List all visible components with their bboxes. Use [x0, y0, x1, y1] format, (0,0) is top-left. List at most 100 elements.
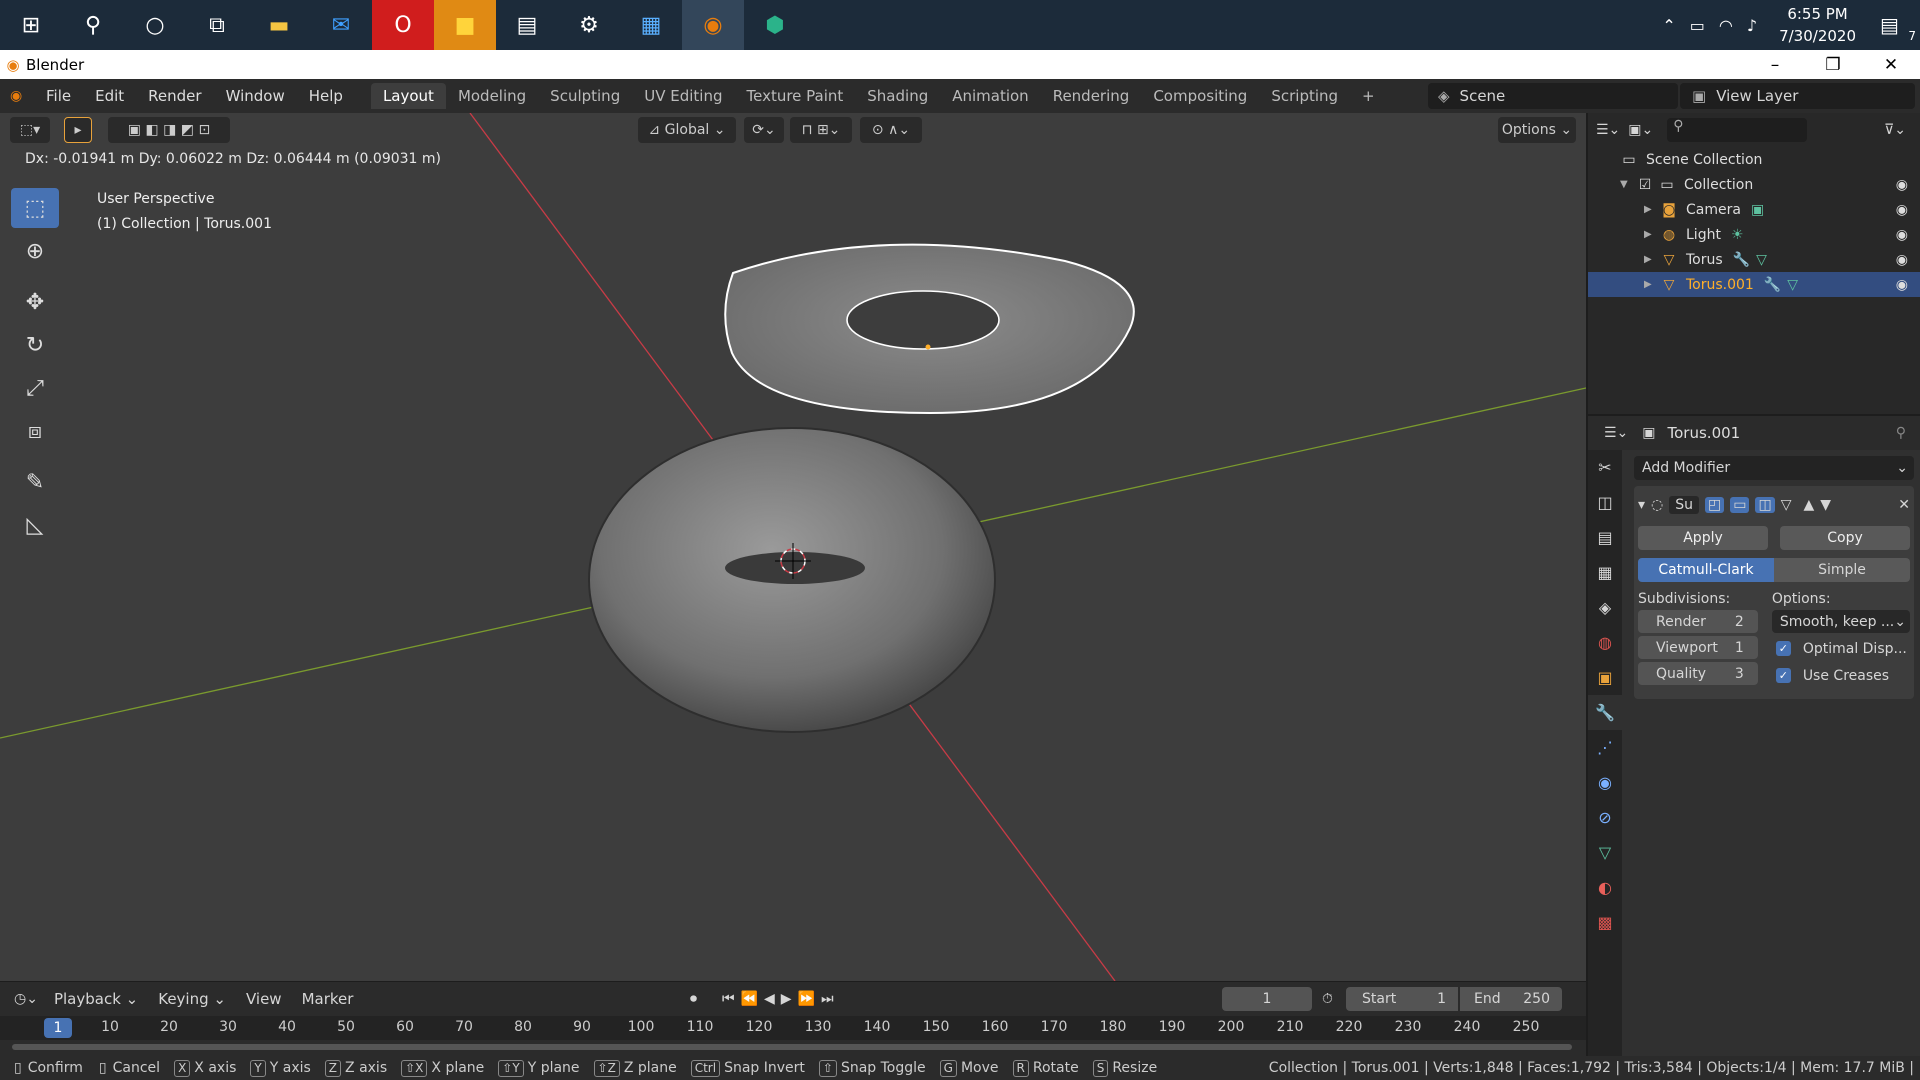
move-down-icon[interactable]: ▼ — [1820, 497, 1831, 513]
cursor-tool[interactable]: ⊕ — [11, 231, 59, 271]
editor-type-button[interactable]: ⬚▾ — [10, 117, 50, 143]
paint-icon[interactable]: ▤ — [496, 0, 558, 50]
proportional-edit-controls[interactable]: ⊙ ∧⌄ — [860, 117, 922, 143]
sticky-notes-icon[interactable]: ■ — [434, 0, 496, 50]
volume-icon[interactable]: ♪ — [1747, 16, 1757, 35]
cortana-icon[interactable]: ○ — [124, 0, 186, 50]
light-data-icon[interactable]: ☀ — [1731, 227, 1744, 243]
scene-selector[interactable]: ◈ Scene — [1428, 83, 1678, 109]
timeline-scrollbar[interactable] — [12, 1044, 1572, 1050]
annotate-tool[interactable]: ✎ — [11, 462, 59, 502]
blender-icon[interactable]: ◉ — [682, 0, 744, 50]
expand-arrow-icon[interactable]: ▶ — [1644, 204, 1658, 215]
catmull-clark-button[interactable]: Catmull-Clark — [1638, 558, 1774, 582]
expand-arrow-icon[interactable]: ▶ — [1644, 279, 1658, 290]
outliner-row-collection[interactable]: ▼ ☑ ▭ Collection ◉ — [1588, 172, 1920, 197]
close-button[interactable]: ✕ — [1862, 55, 1920, 75]
move-up-icon[interactable]: ▲ — [1804, 497, 1815, 513]
tab-layout[interactable]: Layout — [370, 83, 446, 109]
expand-arrow-icon[interactable]: ▶ — [1644, 254, 1658, 265]
stopwatch-icon[interactable]: ⏱ — [1322, 991, 1333, 1007]
remove-modifier-icon[interactable]: ✕ — [1898, 497, 1910, 513]
add-modifier-dropdown[interactable]: Add Modifier ⌄ — [1634, 456, 1914, 480]
mesh-data-icon[interactable]: ▽ — [1787, 277, 1798, 293]
outliner-row-light[interactable]: ▶ ◍ Light ☀ ◉ — [1588, 222, 1920, 247]
playback-menu[interactable]: Playback ⌄ — [44, 990, 148, 1008]
add-workspace-button[interactable]: + — [1350, 83, 1387, 109]
menu-render[interactable]: Render — [136, 87, 213, 105]
tab-sculpting[interactable]: Sculpting — [538, 83, 632, 109]
menu-edit[interactable]: Edit — [83, 87, 136, 105]
tab-scripting[interactable]: Scripting — [1259, 83, 1350, 109]
camera-data-icon[interactable]: ▣ — [1751, 202, 1764, 218]
outliner-row-camera[interactable]: ▶ ◙ Camera ▣ ◉ — [1588, 197, 1920, 222]
quality-field[interactable]: Quality 3 — [1638, 662, 1758, 685]
snapping-controls[interactable]: ⊓ ⊞⌄ — [790, 117, 852, 143]
object-tab-icon[interactable]: ▣ — [1588, 660, 1622, 695]
torus-001-object[interactable] — [724, 243, 1135, 415]
render-tab-icon[interactable]: ◫ — [1588, 485, 1622, 520]
expand-arrow-icon[interactable]: ▼ — [1620, 179, 1634, 190]
menu-file[interactable]: File — [34, 87, 83, 105]
eye-icon[interactable]: ◉ — [1896, 277, 1908, 293]
material-tab-icon[interactable]: ◐ — [1588, 870, 1622, 905]
apply-button[interactable]: Apply — [1638, 526, 1768, 550]
optimal-display-checkbox[interactable]: ✓ Optimal Disp... — [1772, 637, 1910, 660]
particles-tab-icon[interactable]: ⋰ — [1588, 730, 1622, 765]
search-icon[interactable]: ⚲ — [62, 0, 124, 50]
measure-tool[interactable]: ◺ — [11, 505, 59, 545]
clock[interactable]: 6:55 PM 7/30/2020 — [1779, 3, 1856, 47]
3d-viewport[interactable]: ⬚▾ ▸ ▣ ◧ ◨ ◩ ⊡ ⊿ Global ⌄ ⟳⌄ ⊓ ⊞⌄ ⊙ ∧⌄ O… — [0, 113, 1586, 981]
tool-tab-icon[interactable]: ✂ — [1588, 450, 1622, 485]
settings-icon[interactable]: ⚙ — [558, 0, 620, 50]
view-layer-tab-icon[interactable]: ▦ — [1588, 555, 1622, 590]
playback-controls[interactable]: ⏮⏪◀▶⏩⏭ — [722, 991, 840, 1007]
chevron-up-icon[interactable]: ⌃ — [1662, 16, 1675, 35]
menu-help[interactable]: Help — [297, 87, 355, 105]
selection-modes[interactable]: ▣ ◧ ◨ ◩ ⊡ — [108, 117, 230, 143]
timeline-ruler[interactable]: 1 10 20 30 40 50 60 70 80 90 100 110 120… — [0, 1016, 1586, 1040]
current-frame-field[interactable]: 1 — [1222, 987, 1312, 1011]
view-menu[interactable]: View — [236, 990, 292, 1008]
data-tab-icon[interactable]: ▽ — [1588, 835, 1622, 870]
pivot-point-dropdown[interactable]: ⟳⌄ — [744, 117, 784, 143]
tab-animation[interactable]: Animation — [940, 83, 1040, 109]
viewport-toggle-icon[interactable]: ▭ — [1730, 497, 1750, 513]
cage-toggle-icon[interactable]: ▽ — [1781, 497, 1792, 513]
windows-icon[interactable]: ⊞ — [0, 0, 62, 50]
options-dropdown[interactable]: Options ⌄ — [1498, 117, 1576, 143]
render-levels-field[interactable]: Render 2 — [1638, 610, 1758, 633]
mail-icon[interactable]: ✉ — [310, 0, 372, 50]
app-icon[interactable]: ⬢ — [744, 0, 806, 50]
rotate-tool[interactable]: ↻ — [11, 325, 59, 365]
task-view-icon[interactable]: ⧉ — [186, 0, 248, 50]
current-frame-marker[interactable]: 1 — [44, 1018, 72, 1038]
world-tab-icon[interactable]: ◍ — [1588, 625, 1622, 660]
editmode-toggle-icon[interactable]: ◰ — [1705, 497, 1725, 513]
collapse-arrow-icon[interactable]: ▾ — [1638, 497, 1645, 513]
news-icon[interactable]: ▦ — [620, 0, 682, 50]
display-mode-icon[interactable]: ▣⌄ — [1628, 122, 1653, 138]
select-mode-button[interactable]: ▸ — [64, 117, 92, 143]
wrench-icon[interactable]: 🔧 — [1764, 277, 1781, 293]
viewport-levels-field[interactable]: Viewport 1 — [1638, 636, 1758, 659]
tab-modeling[interactable]: Modeling — [446, 83, 538, 109]
texture-tab-icon[interactable]: ▩ — [1588, 905, 1622, 940]
view-layer-selector[interactable]: ▣ View Layer — [1680, 83, 1915, 109]
outliner-row-torus[interactable]: ▶ ▽ Torus 🔧 ▽ ◉ — [1588, 247, 1920, 272]
notification-icon[interactable]: ▤ 7 — [1880, 13, 1920, 43]
constraints-tab-icon[interactable]: ⊘ — [1588, 800, 1622, 835]
transform-tool[interactable]: ⧈ — [11, 411, 59, 451]
wifi-icon[interactable]: ◠ — [1719, 16, 1733, 35]
expand-arrow-icon[interactable]: ▶ — [1644, 229, 1658, 240]
properties-editor-type-icon[interactable]: ☰⌄ — [1604, 425, 1628, 441]
menu-window[interactable]: Window — [214, 87, 297, 105]
tab-texture-paint[interactable]: Texture Paint — [734, 83, 855, 109]
transform-orientation-dropdown[interactable]: ⊿ Global ⌄ — [638, 117, 736, 143]
use-creases-checkbox[interactable]: ✓ Use Creases — [1772, 664, 1910, 687]
outliner-row-scene-collection[interactable]: ▭ Scene Collection — [1588, 147, 1920, 172]
outliner-search-input[interactable]: ⚲ — [1667, 118, 1808, 142]
marker-menu[interactable]: Marker — [292, 990, 364, 1008]
output-tab-icon[interactable]: ▤ — [1588, 520, 1622, 555]
select-box-tool[interactable]: ⬚ — [11, 188, 59, 228]
